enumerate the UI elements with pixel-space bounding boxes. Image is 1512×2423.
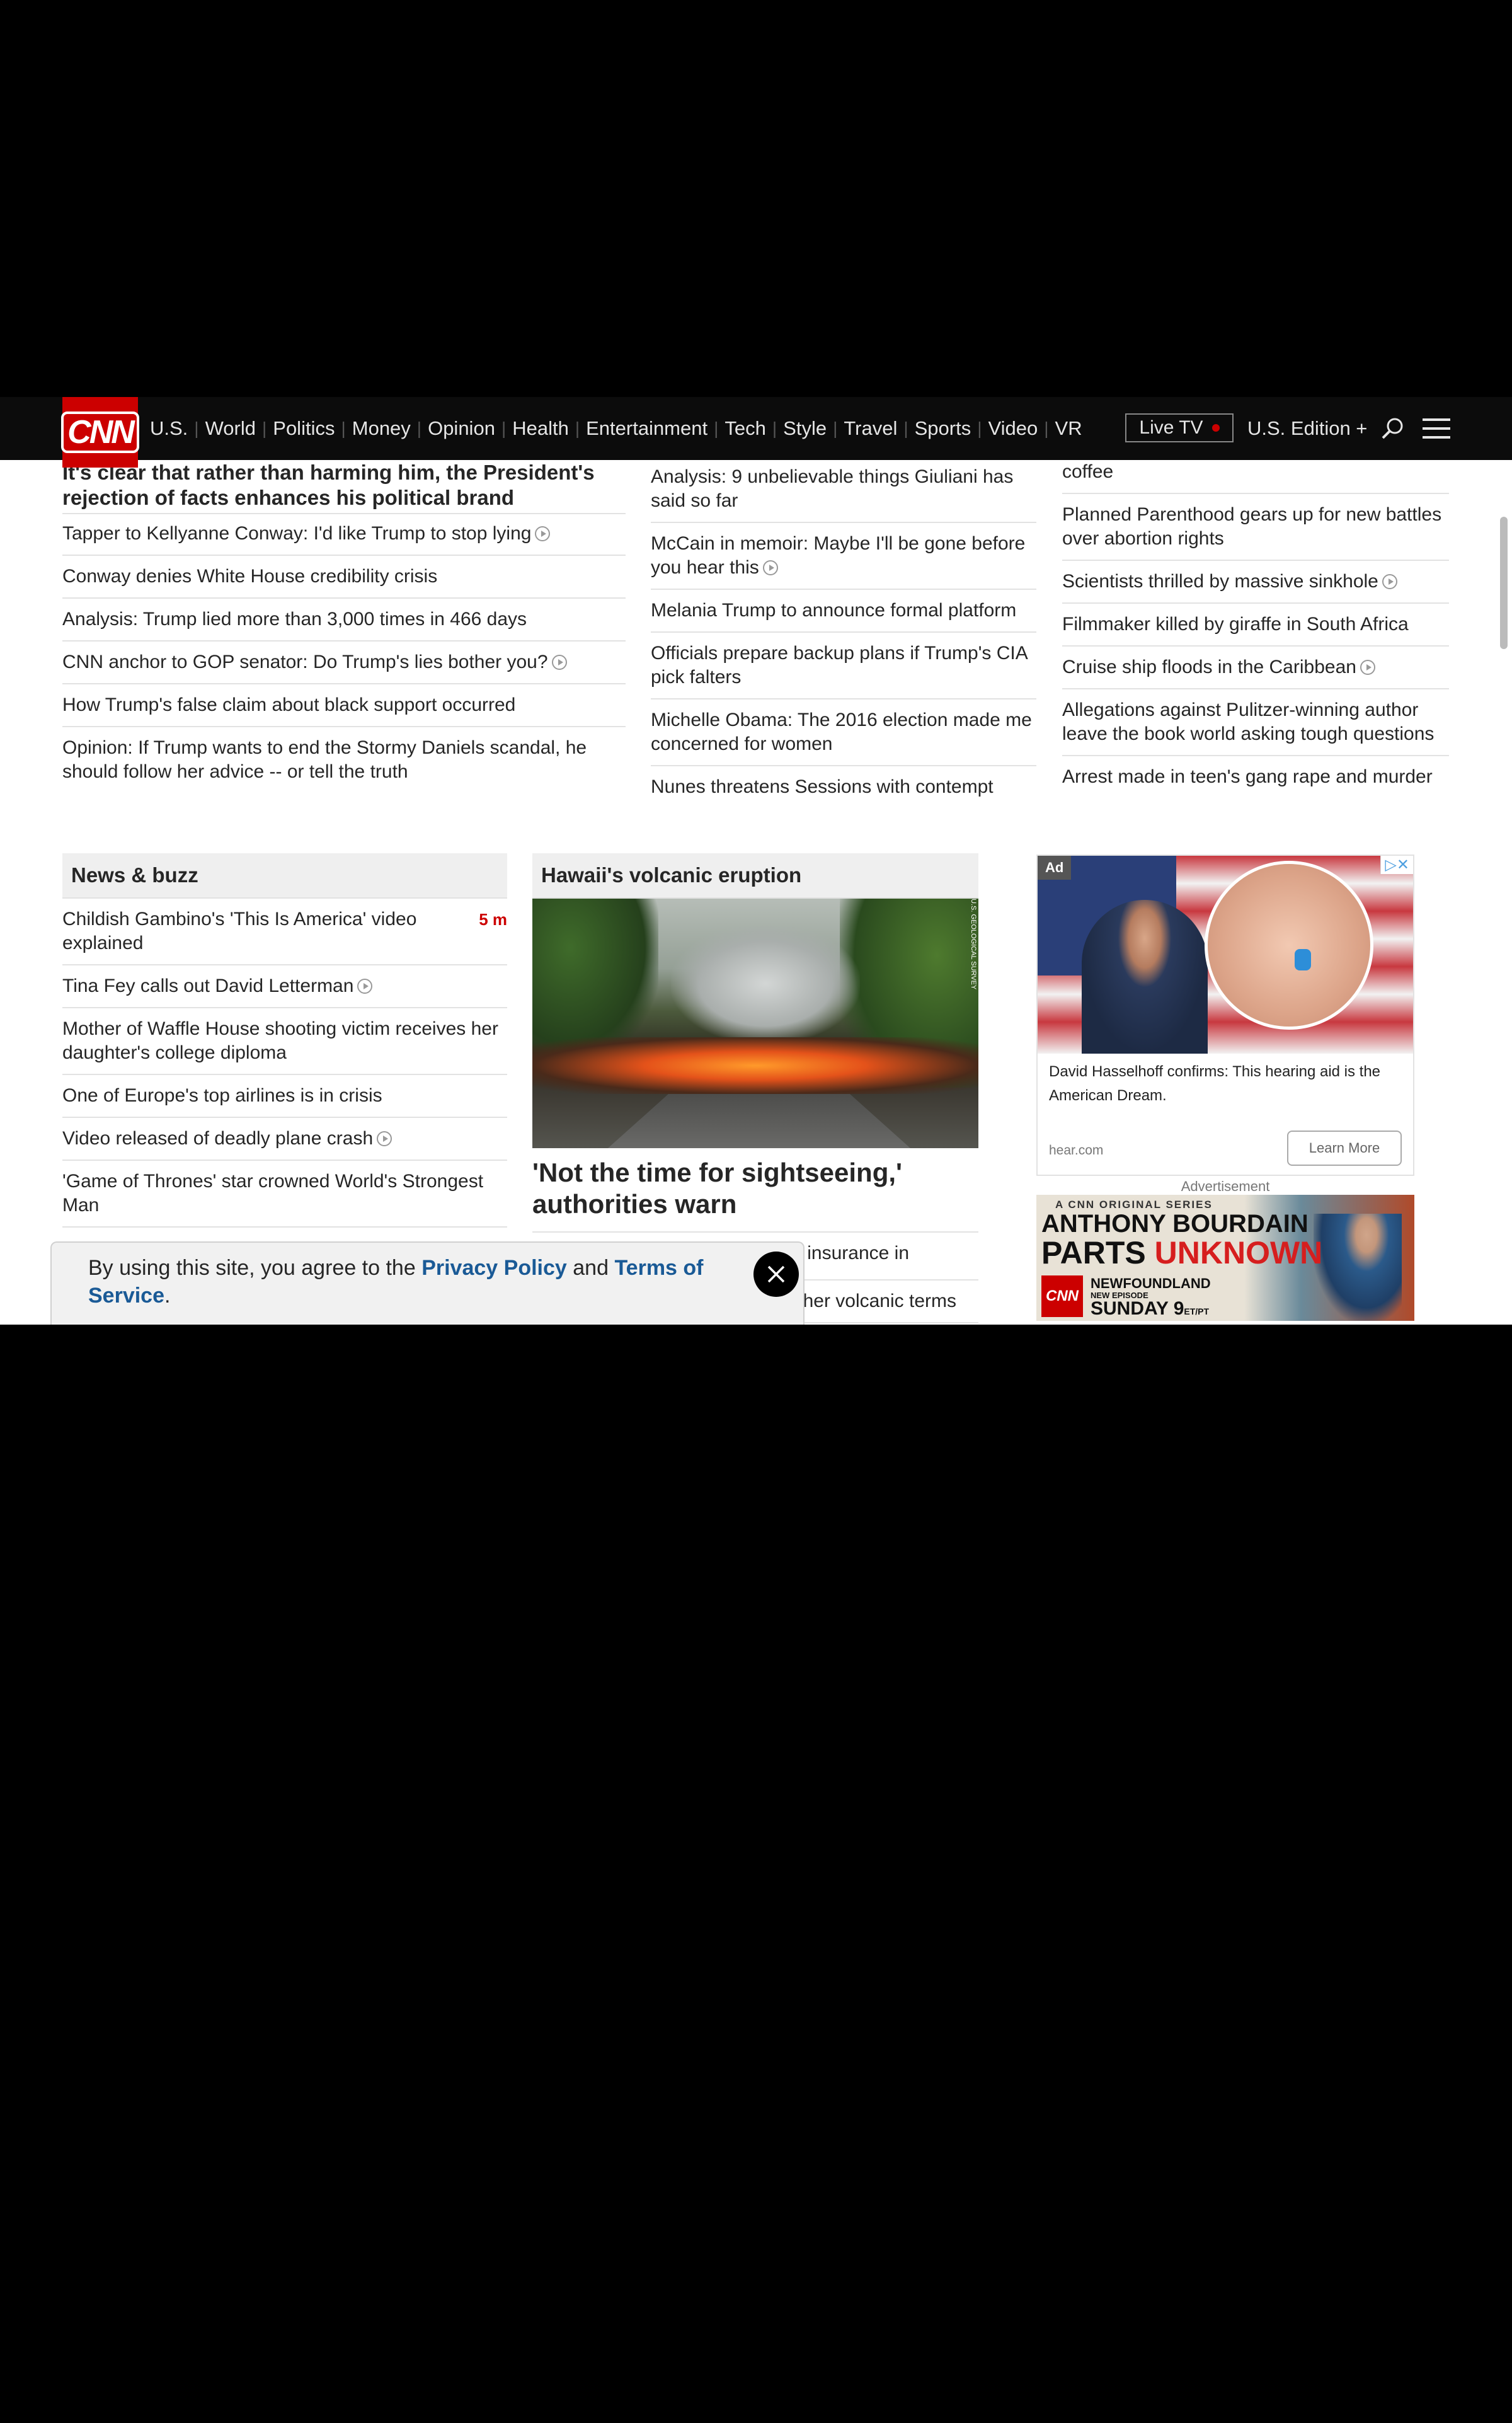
cnn-logo-small: CNN — [1041, 1275, 1083, 1317]
ad-day: SUNDAY 9ET/PT — [1091, 1298, 1210, 1319]
cnn-logo[interactable]: CNN — [61, 397, 139, 468]
ad-location: NEWFOUNDLAND — [1091, 1275, 1211, 1291]
nav-link-world[interactable]: World — [205, 417, 256, 440]
live-dot-icon — [1211, 424, 1220, 432]
hearing-aid-ad[interactable]: Ad ▷✕ David Hasselhoff confirms: This he… — [1036, 855, 1414, 1176]
list-item[interactable]: Video released of deadly plane crash — [62, 1118, 507, 1161]
nav-link-vr[interactable]: VR — [1055, 417, 1082, 440]
bourdain-image — [1314, 1214, 1402, 1321]
timestamp-badge: 5 m — [479, 910, 507, 929]
list-item[interactable]: Allegations against Pulitzer-winning aut… — [1062, 689, 1449, 756]
nav-link-style[interactable]: Style — [783, 417, 827, 440]
nav-separator: | — [1044, 418, 1049, 438]
lava-photo[interactable]: U.S. GEOLOGICAL SURVEY — [532, 899, 978, 1148]
list-item[interactable]: Tapper to Kellyanne Conway: I'd like Tru… — [62, 514, 626, 556]
list-item[interactable]: Filmmaker killed by giraffe in South Afr… — [1062, 604, 1449, 647]
nav-link-us[interactable]: U.S. — [150, 417, 188, 440]
advertisement-label: Advertisement — [1181, 1178, 1270, 1194]
list-item[interactable]: Nunes threatens Sessions with contempt — [651, 766, 1036, 808]
list-item[interactable]: 'Game of Thrones' star crowned World's S… — [62, 1161, 507, 1228]
nav-link-money[interactable]: Money — [352, 417, 411, 440]
ad-domain: hear.com — [1049, 1143, 1104, 1158]
nav-separator: | — [833, 418, 838, 438]
edition-selector[interactable]: U.S. Edition + — [1247, 397, 1367, 460]
nav-link-tech[interactable]: Tech — [724, 417, 765, 440]
ad-image: Ad ▷✕ — [1038, 856, 1413, 1054]
ad-host: ANTHONY BOURDAIN — [1041, 1210, 1309, 1238]
learn-more-button[interactable]: Learn More — [1287, 1131, 1402, 1166]
story-headline[interactable]: 'Not the time for sightseeing,' authorit… — [532, 1148, 978, 1233]
nav-link-opinion[interactable]: Opinion — [428, 417, 495, 440]
nav-link-sports[interactable]: Sports — [915, 417, 971, 440]
nav-separator: | — [261, 418, 267, 438]
list-item[interactable]: Mother of Waffle House shooting victim r… — [62, 1008, 507, 1075]
ad-tag: Ad — [1038, 856, 1072, 880]
list-item[interactable]: Michelle Obama: The 2016 election made m… — [651, 699, 1036, 766]
page: U.S. | World | Politics | Money | Opinion | Health… — [0, 397, 1512, 1325]
news-buzz-section: News & buzz 5 m Childish Gambino's 'This … — [62, 853, 507, 1228]
list-item[interactable]: Tina Fey calls out David Letterman — [62, 965, 507, 1008]
play-icon — [357, 979, 373, 994]
list-item[interactable]: CNN anchor to GOP senator: Do Trump's li… — [62, 642, 626, 684]
list-item[interactable]: One of Europe's top airlines is in crisi… — [62, 1075, 507, 1118]
list-item[interactable]: Cruise ship floods in the Caribbean — [1062, 647, 1449, 689]
ad-series: A CNN ORIGINAL SERIES — [1055, 1199, 1213, 1211]
section-title: Hawaii's volcanic eruption — [532, 853, 978, 899]
nav-link-health[interactable]: Health — [512, 417, 569, 440]
column-more-news: coffee Planned Parenthood gears up for n… — [1062, 460, 1449, 798]
play-icon — [762, 560, 778, 575]
close-icon[interactable] — [753, 1252, 799, 1297]
scrollbar-thumb[interactable] — [1500, 517, 1508, 649]
list-item[interactable]: 5 m Childish Gambino's 'This Is America' … — [62, 899, 507, 965]
list-item[interactable]: Conway denies White House credibility cr… — [62, 556, 626, 599]
list-item[interactable]: Scientists thrilled by massive sinkhole — [1062, 561, 1449, 604]
ad-show-name: PARTS UNKNOWN — [1041, 1235, 1323, 1270]
nav-separator: | — [772, 418, 777, 438]
nav-separator: | — [575, 418, 580, 438]
cookie-banner: By using this site, you agree to the Pri… — [50, 1241, 805, 1325]
play-icon — [1382, 574, 1397, 589]
list-item[interactable]: How Trump's false claim about black supp… — [62, 684, 626, 727]
nav-separator: | — [341, 418, 346, 438]
nav-separator: | — [194, 418, 199, 438]
play-icon — [377, 1131, 392, 1146]
hamburger-menu-icon[interactable] — [1423, 418, 1450, 439]
live-tv-button[interactable]: Live TV — [1125, 413, 1234, 442]
cookie-message: By using this site, you agree to the Pri… — [88, 1256, 704, 1308]
adchoices-icon[interactable]: ▷✕ — [1380, 856, 1413, 874]
nav-link-video[interactable]: Video — [988, 417, 1038, 440]
live-tv-label: Live TV — [1139, 417, 1203, 438]
list-item[interactable]: Analysis: 9 unbelievable things Giuliani… — [651, 460, 1036, 523]
list-item[interactable]: Officials prepare backup plans if Trump'… — [651, 633, 1036, 699]
nav-link-travel[interactable]: Travel — [844, 417, 897, 440]
section-title: News & buzz — [62, 853, 507, 899]
parts-unknown-ad[interactable]: A CNN ORIGINAL SERIES ANTHONY BOURDAIN P… — [1036, 1195, 1414, 1321]
column-politics: It's clear that rather than harming him,… — [62, 460, 626, 793]
list-item[interactable]: Melania Trump to announce formal platfor… — [651, 590, 1036, 633]
lead-headline[interactable]: It's clear that rather than harming him,… — [62, 460, 626, 514]
photo-credit: U.S. GEOLOGICAL SURVEY — [970, 899, 977, 990]
list-item[interactable]: coffee — [1062, 460, 1449, 494]
nav-link-politics[interactable]: Politics — [273, 417, 335, 440]
nav-separator: | — [714, 418, 719, 438]
nav-separator: | — [501, 418, 507, 438]
search-icon[interactable] — [1380, 416, 1405, 441]
play-icon — [551, 655, 567, 670]
ad-text: David Hasselhoff confirms: This hearing … — [1049, 1063, 1381, 1104]
list-item[interactable]: Opinion: If Trump wants to end the Storm… — [62, 727, 626, 793]
nav-separator: | — [977, 418, 982, 438]
list-item[interactable]: McCain in memoir: Maybe I'll be gone bef… — [651, 523, 1036, 590]
column-politics-2: Analysis: 9 unbelievable things Giuliani… — [651, 460, 1036, 808]
play-icon — [1360, 660, 1375, 675]
top-nav: U.S. | World | Politics | Money | Opinion | Health… — [0, 397, 1512, 460]
play-icon — [535, 526, 551, 541]
nav-link-entertainment[interactable]: Entertainment — [586, 417, 707, 440]
nav-separator: | — [903, 418, 908, 438]
list-item[interactable]: Analysis: Trump lied more than 3,000 tim… — [62, 599, 626, 642]
list-item[interactable]: Arrest made in teen's gang rape and murd… — [1062, 756, 1449, 798]
list-item[interactable]: Planned Parenthood gears up for new batt… — [1062, 494, 1449, 561]
nav-links: U.S. | World | Politics | Money | Opinion | Health… — [150, 397, 1082, 460]
privacy-policy-link[interactable]: Privacy Policy — [421, 1256, 567, 1280]
nav-separator: | — [416, 418, 422, 438]
